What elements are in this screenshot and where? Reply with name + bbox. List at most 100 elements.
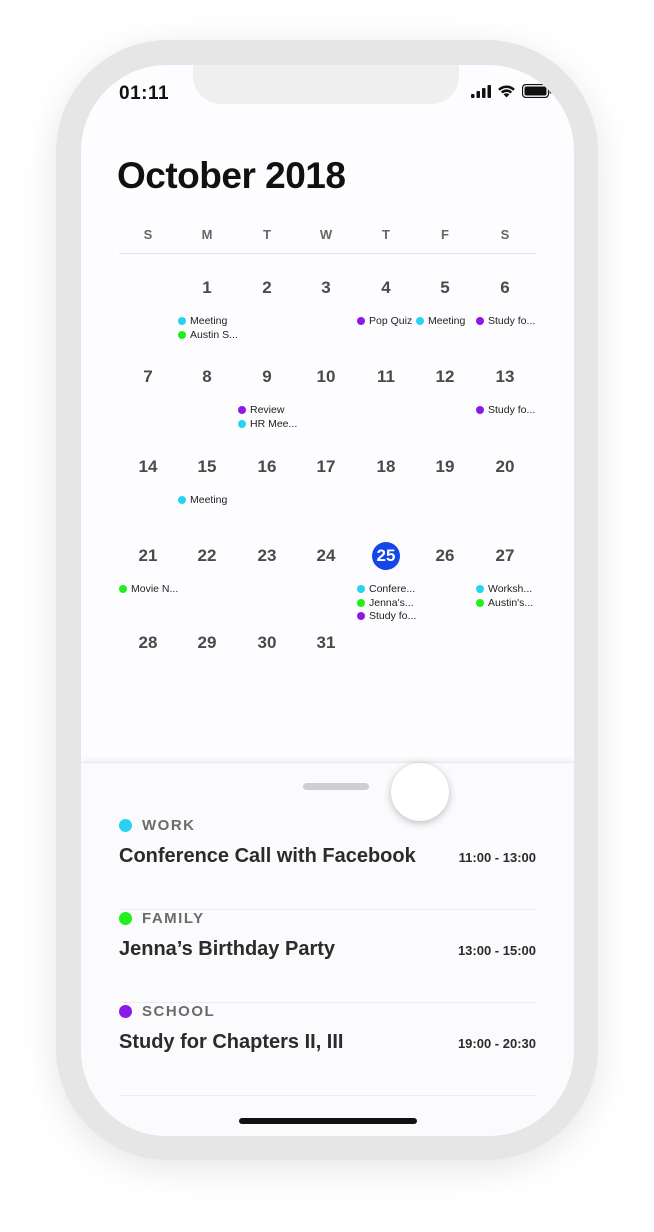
day-cell[interactable]: 17 (309, 454, 343, 480)
calendar-event[interactable]: Jenna's... (357, 597, 414, 609)
day-cell[interactable]: 19 (428, 454, 462, 480)
calendar-event[interactable]: Confere... (357, 583, 415, 595)
agenda-category: FAMILY (119, 910, 205, 927)
day-cell[interactable]: 15 (190, 454, 224, 480)
day-cell[interactable]: 28 (131, 630, 165, 656)
day-cell[interactable]: 27 (488, 543, 522, 569)
calendar-event[interactable]: Worksh... (476, 583, 532, 595)
weekday-label: F (441, 227, 449, 242)
day-cell[interactable]: 18 (369, 454, 403, 480)
event-label: Meeting (428, 315, 466, 327)
agenda-time: 11:00 - 13:00 (458, 850, 536, 865)
screen: 01:11 October 2018 SMTWTFS 1 2 3 4 5 6 7… (81, 65, 574, 1136)
day-cell[interactable]: 4 (369, 275, 403, 301)
day-cell[interactable]: 12 (428, 364, 462, 390)
agenda-category-label: WORK (142, 817, 196, 834)
day-cell[interactable]: 22 (190, 543, 224, 569)
day-cell-today[interactable]: 25 (372, 542, 400, 570)
calendar-event[interactable]: Study fo... (476, 315, 535, 327)
agenda-title: Study for Chapters II, III (119, 1031, 344, 1053)
day-cell[interactable]: 8 (190, 364, 224, 390)
event-label: Confere... (369, 583, 416, 595)
agenda-category-label: SCHOOL (142, 1003, 216, 1020)
event-label: Jenna's... (369, 596, 414, 609)
calendar-event[interactable]: Study fo... (357, 610, 416, 622)
day-cell[interactable]: 3 (309, 275, 343, 301)
sheet-drag-handle[interactable] (303, 783, 369, 790)
event-dot-icon (476, 598, 484, 607)
status-time: 01:11 (119, 83, 170, 104)
weekday-label: T (382, 227, 390, 242)
calendar-event[interactable]: Austin's... (476, 597, 533, 609)
day-cell[interactable]: 2 (250, 275, 284, 301)
event-label: Study fo... (488, 315, 536, 327)
event-dot-icon (238, 406, 246, 414)
event-label: Austin's... (488, 596, 534, 609)
agenda-item[interactable]: FAMILY Jenna’s Birthday Party 13:00 - 15:0… (119, 910, 536, 1003)
calendar-event[interactable]: Austin S... (178, 329, 238, 341)
day-cell[interactable]: 1 (190, 275, 224, 301)
event-dot-icon (119, 585, 127, 593)
month-title: October 2018 (117, 155, 346, 196)
day-cell[interactable]: 9 (250, 364, 284, 390)
day-cell[interactable]: 30 (250, 630, 284, 656)
event-dot-icon (238, 419, 246, 428)
day-cell[interactable]: 6 (488, 275, 522, 301)
calendar-event[interactable]: Movie N... (119, 583, 178, 595)
event-dot-icon (476, 406, 484, 414)
event-label: Pop Quiz (369, 315, 413, 327)
day-cell[interactable]: 20 (488, 454, 522, 480)
calendar-event[interactable]: HR Mee... (238, 418, 297, 430)
floating-action-button[interactable] (391, 763, 449, 821)
day-cell[interactable]: 21 (131, 543, 165, 569)
calendar-event[interactable]: Study fo... (476, 404, 535, 416)
calendar-event[interactable]: Meeting (178, 315, 227, 327)
calendar-event[interactable]: Pop Quiz (357, 315, 412, 327)
event-label: Movie N... (131, 583, 179, 595)
day-cell[interactable]: 26 (428, 543, 462, 569)
event-dot-icon (178, 317, 186, 325)
event-label: Study fo... (369, 610, 417, 622)
calendar-event[interactable]: Meeting (178, 494, 227, 506)
event-dot-icon (357, 598, 365, 607)
category-dot-icon (119, 819, 132, 832)
agenda-category-label: FAMILY (142, 910, 205, 927)
agenda-category: WORK (119, 817, 196, 834)
agenda-sheet: WORK Conference Call with Facebook 11:00 -… (81, 762, 574, 1136)
day-cell[interactable]: 31 (309, 630, 343, 656)
day-cell[interactable]: 7 (131, 364, 165, 390)
event-dot-icon (178, 496, 186, 504)
event-label: Meeting (190, 494, 228, 506)
event-label: Worksh... (488, 583, 533, 595)
weekday-label: S (500, 227, 510, 242)
day-cell[interactable]: 14 (131, 454, 165, 480)
day-cell[interactable]: 13 (488, 364, 522, 390)
agenda-title: Conference Call with Facebook (119, 845, 416, 867)
event-label: Austin S... (190, 328, 238, 341)
notch (193, 65, 459, 104)
event-label: Study fo... (488, 404, 536, 416)
event-dot-icon (357, 317, 365, 325)
category-dot-icon (119, 912, 132, 925)
wifi-icon (497, 84, 516, 103)
home-indicator[interactable] (239, 1118, 417, 1124)
day-cell[interactable]: 16 (250, 454, 284, 480)
event-dot-icon (476, 317, 484, 325)
weekday-label: M (201, 227, 213, 242)
weekday-label: W (319, 227, 333, 242)
signal-icon (471, 85, 491, 103)
calendar-event[interactable]: Review (238, 404, 284, 416)
agenda-item[interactable]: SCHOOL Study for Chapters II, III 19:00 - … (119, 1003, 536, 1096)
calendar-event[interactable]: Meeting (416, 315, 465, 327)
day-cell[interactable]: 23 (250, 543, 284, 569)
status-icons (471, 83, 552, 103)
agenda-time: 13:00 - 15:00 (457, 943, 536, 958)
day-cell[interactable]: 11 (369, 364, 403, 390)
agenda-item[interactable]: WORK Conference Call with Facebook 11:00 -… (119, 817, 536, 910)
day-cell[interactable]: 10 (309, 364, 343, 390)
battery-icon (521, 83, 552, 103)
day-cell[interactable]: 5 (428, 275, 462, 301)
day-cell[interactable]: 24 (309, 543, 343, 569)
event-dot-icon (416, 317, 424, 325)
day-cell[interactable]: 29 (190, 630, 224, 656)
